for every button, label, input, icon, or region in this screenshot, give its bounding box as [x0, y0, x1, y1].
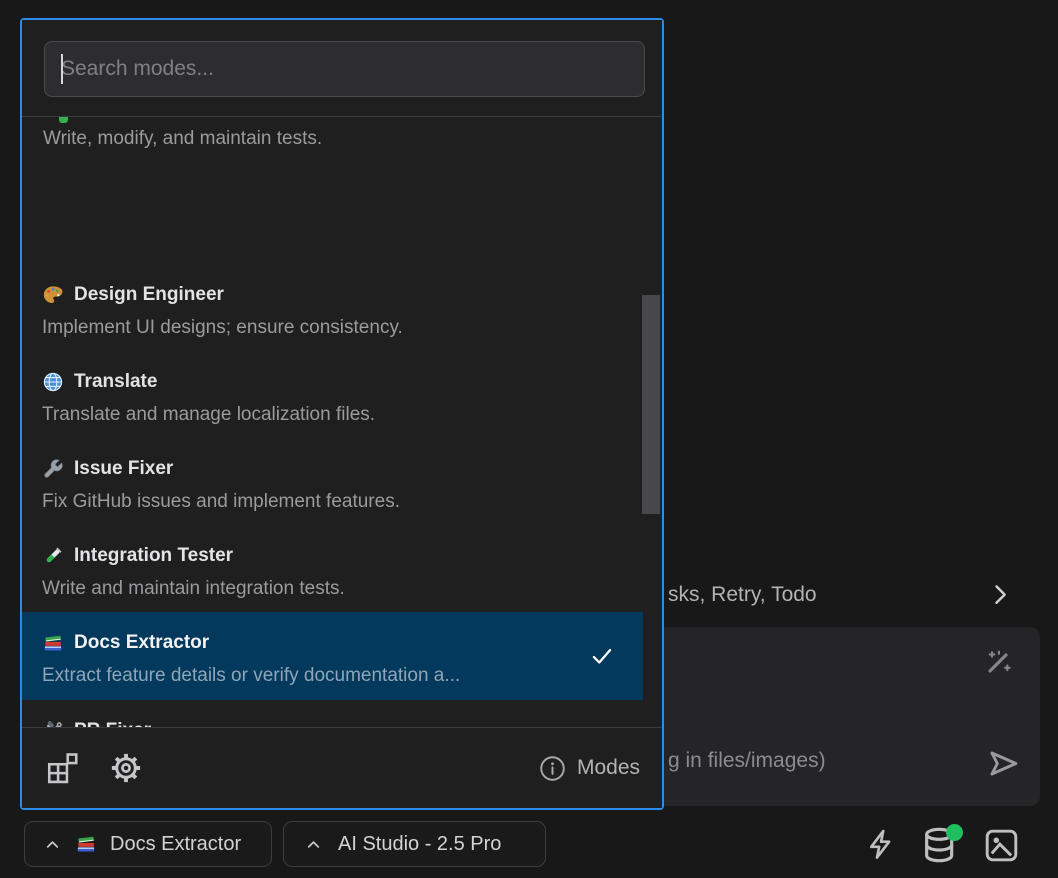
wrench-icon	[42, 458, 64, 480]
model-selector-button[interactable]: AI Studio - 2.5 Pro	[283, 821, 546, 867]
mode-list: Write, modify, and maintain tests. Desig…	[22, 117, 662, 731]
mode-item-partial-description: Write, modify, and maintain tests.	[43, 123, 322, 154]
mode-item-integration-tester[interactable]: Integration Tester Write and maintain in…	[22, 525, 643, 612]
auto-approve-bolt-icon[interactable]	[864, 827, 899, 862]
mode-name: Design Engineer	[74, 280, 224, 310]
books-icon	[42, 632, 64, 654]
chat-input-box[interactable]: g in files/images)	[652, 627, 1040, 806]
mode-name: Docs Extractor	[74, 628, 209, 658]
mode-picker-footer: Modes	[22, 727, 662, 808]
screen: sks, Retry, Todo g in files/images) Docs…	[0, 0, 1058, 878]
online-status-badge	[946, 824, 963, 841]
mode-name: Translate	[74, 367, 157, 397]
mode-selector-button[interactable]: Docs Extractor	[24, 821, 272, 867]
globe-icon	[42, 371, 64, 393]
enhance-prompt-wand-icon[interactable]	[982, 647, 1014, 679]
chevron-up-icon	[43, 835, 62, 854]
chat-input-placeholder: g in files/images)	[668, 749, 826, 773]
context-condense-row[interactable]: sks, Retry, Todo	[668, 579, 1040, 611]
books-icon	[75, 833, 97, 855]
mode-description: Write and maintain integration tests.	[42, 573, 623, 604]
test-tube-icon	[42, 545, 64, 567]
palette-icon	[42, 284, 64, 306]
mode-picker-dropdown: Write, modify, and maintain tests. Desig…	[20, 18, 664, 810]
mode-description: Implement UI designs; ensure consistency…	[42, 312, 623, 343]
search-input[interactable]	[44, 41, 645, 97]
settings-gear-icon[interactable]	[108, 750, 144, 786]
text-caret	[61, 54, 63, 84]
model-button-label: AI Studio - 2.5 Pro	[338, 833, 501, 856]
mode-item-docs-extractor[interactable]: Docs Extractor Extract feature details o…	[22, 612, 643, 700]
checkmark-icon	[589, 643, 615, 669]
image-attach-icon[interactable]	[982, 826, 1021, 865]
mode-item-issue-fixer[interactable]: Issue Fixer Fix GitHub issues and implem…	[22, 438, 643, 525]
mode-item-design-engineer[interactable]: Design Engineer Implement UI designs; en…	[22, 264, 643, 351]
scrollbar-thumb[interactable]	[642, 295, 660, 514]
mode-item-translate[interactable]: Translate Translate and manage localizat…	[22, 351, 643, 438]
mode-description: Translate and manage localization files.	[42, 399, 623, 430]
send-icon[interactable]	[985, 745, 1022, 782]
chevron-up-icon	[304, 835, 323, 854]
chevron-right-icon[interactable]	[986, 580, 1014, 608]
context-row-text: sks, Retry, Todo	[668, 583, 817, 607]
mode-description: Extract feature details or verify docume…	[42, 660, 623, 691]
search-section	[22, 20, 662, 117]
mode-name: Integration Tester	[74, 541, 233, 571]
info-icon[interactable]	[539, 755, 566, 782]
mode-button-label: Docs Extractor	[110, 833, 241, 856]
mode-description: Fix GitHub issues and implement features…	[42, 486, 623, 517]
modes-label: Modes	[577, 756, 640, 780]
mode-name: Issue Fixer	[74, 454, 173, 484]
marketplace-extensions-icon[interactable]	[44, 750, 80, 786]
